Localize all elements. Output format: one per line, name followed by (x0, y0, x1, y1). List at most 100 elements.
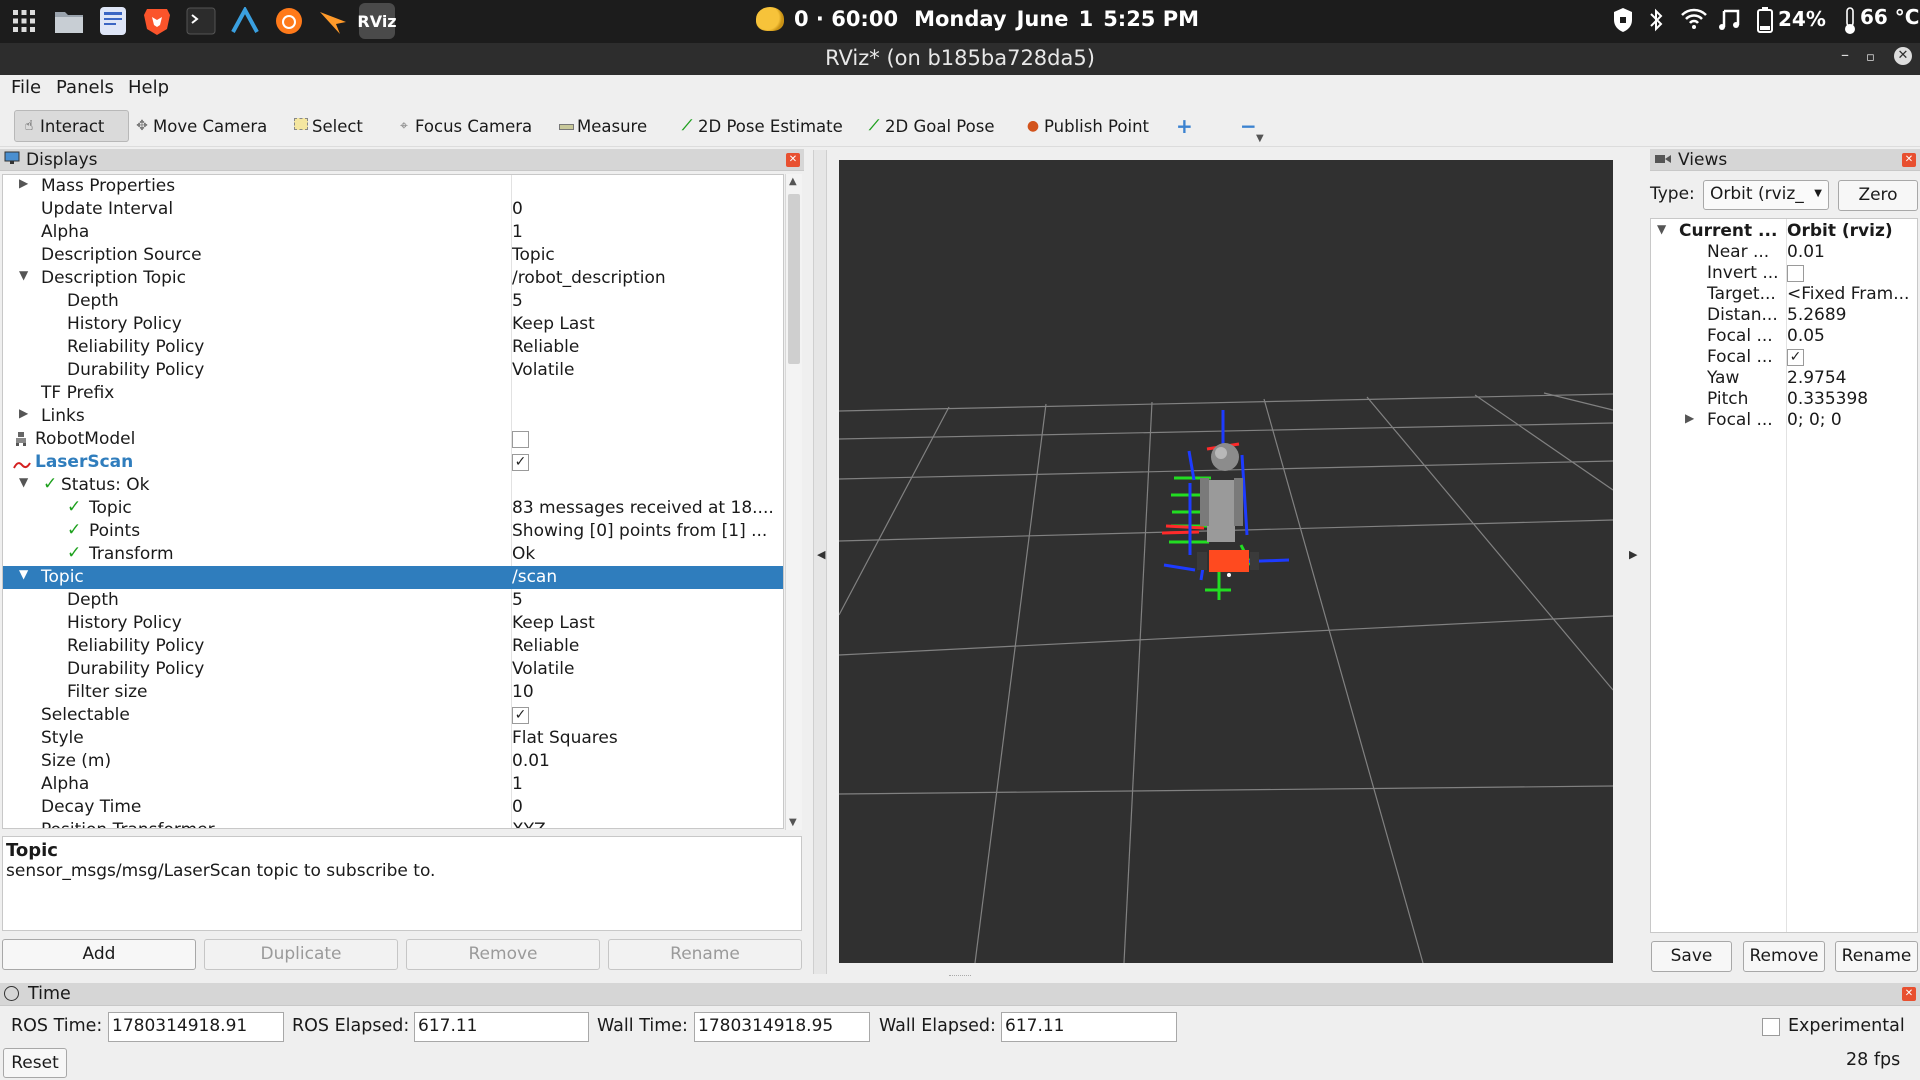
expand-arrow-right-icon[interactable]: ▶ (19, 406, 28, 420)
view-property-row[interactable]: Focal ... ✓ (1651, 347, 1917, 368)
zero-button[interactable]: Zero (1838, 180, 1918, 211)
property-value[interactable]: 5 (512, 291, 776, 311)
property-value[interactable]: /scan (512, 567, 776, 587)
tree-row[interactable]: ✓ Transform Ok (3, 543, 783, 566)
maximize-icon[interactable]: ▫ (1866, 50, 1875, 65)
tool-menu-chevron-icon[interactable]: ▼ (1256, 122, 1264, 154)
property-value[interactable]: /robot_description (512, 268, 776, 288)
ros-time-field[interactable]: 1780314918.91 (108, 1012, 284, 1042)
view-property-checkbox[interactable] (1787, 265, 1804, 282)
property-value[interactable]: Topic (512, 245, 776, 265)
tree-row[interactable]: LaserScan ✓ (3, 451, 783, 474)
tool-measure[interactable]: Measure (558, 110, 647, 142)
tree-row[interactable]: ▼ Description Topic/robot_description (3, 267, 783, 290)
property-value[interactable]: Volatile (512, 659, 776, 679)
tree-row[interactable]: Alpha 1 (3, 773, 783, 796)
tree-row[interactable]: ▶ Links (3, 405, 783, 428)
view-property-value[interactable]: <Fixed Fram... (1787, 284, 1917, 304)
close-panel-icon[interactable]: ✕ (786, 153, 800, 167)
text-editor-icon[interactable] (95, 3, 131, 39)
property-value[interactable]: 0.01 (512, 751, 776, 771)
duplicate-display-button[interactable]: Duplicate (204, 939, 398, 970)
tree-row[interactable]: Selectable ✓ (3, 704, 783, 727)
files-icon[interactable] (51, 3, 87, 39)
clock[interactable]: 0 · 60:00 Monday June 1 5:25 PM (756, 7, 1199, 31)
scroll-up-icon[interactable]: ▲ (789, 176, 797, 187)
tree-row[interactable]: ✓ Topic 83 messages received at 18.... (3, 497, 783, 520)
property-value[interactable]: Flat Squares (512, 728, 776, 748)
tree-row[interactable]: Durability Policy Volatile (3, 658, 783, 681)
property-value[interactable]: 0 (512, 797, 776, 817)
tool-move-camera[interactable]: ✥ Move Camera (134, 110, 267, 142)
tree-row[interactable]: Depth 5 (3, 589, 783, 612)
tool-2d-pose-estimate[interactable]: ⟋ 2D Pose Estimate (679, 110, 843, 142)
tree-row[interactable]: Description Source Topic (3, 244, 783, 267)
bluetooth-icon[interactable] (1648, 7, 1664, 38)
sublime-like-icon[interactable] (315, 3, 351, 39)
tree-row[interactable]: Depth 5 (3, 290, 783, 313)
rviz-dock-icon[interactable]: RViz (357, 3, 397, 39)
remove-display-button[interactable]: Remove (406, 939, 600, 970)
expand-arrow-down-icon[interactable]: ▼ (19, 475, 28, 489)
enable-checkbox[interactable]: ✓ (512, 707, 529, 724)
add-tool-icon[interactable]: + (1176, 110, 1193, 142)
view-property-value[interactable]: Orbit (rviz) (1787, 221, 1917, 241)
property-value[interactable]: 5 (512, 590, 776, 610)
view-type-select[interactable]: Orbit (rviz_ ▼ (1703, 180, 1829, 210)
tree-row[interactable]: History Policy Keep Last (3, 612, 783, 635)
view-property-value[interactable]: 5.2689 (1787, 305, 1917, 325)
left-splitter[interactable]: ◀ (813, 150, 827, 974)
expand-arrow-down-icon[interactable]: ▼ (1657, 222, 1666, 236)
tree-row[interactable]: Update Interval 0 (3, 198, 783, 221)
displays-vertical-scrollbar[interactable]: ▲ ▼ (785, 174, 802, 830)
tree-row[interactable]: History Policy Keep Last (3, 313, 783, 336)
add-display-button[interactable]: Add (2, 939, 196, 970)
render-3d-view[interactable] (838, 160, 1614, 964)
view-property-row[interactable]: Near ... 0.01 (1651, 242, 1917, 263)
expand-arrow-down-icon[interactable]: ▼ (19, 268, 28, 282)
expand-arrow-right-icon[interactable]: ▶ (19, 176, 28, 190)
tree-row[interactable]: Style Flat Squares (3, 727, 783, 750)
view-property-row[interactable]: Yaw 2.9754 (1651, 368, 1917, 389)
views-tree[interactable]: ▼ Current ... Orbit (rviz) Near ... 0.01 Inve… (1650, 218, 1918, 933)
app-grid-icon[interactable] (6, 3, 42, 39)
property-value[interactable]: 10 (512, 682, 776, 702)
close-panel-icon[interactable]: ✕ (1902, 153, 1916, 167)
collapse-left-icon[interactable]: ◀ (817, 548, 825, 561)
tree-row[interactable]: ▶ Mass Properties (3, 175, 783, 198)
property-value[interactable]: Reliable (512, 337, 776, 357)
tree-row[interactable]: ▼ ✓ Status: Ok (3, 474, 783, 497)
expand-arrow-down-icon[interactable]: ▼ (19, 567, 28, 581)
property-value[interactable]: XYZ (512, 820, 776, 828)
displays-tree[interactable]: ▶ Mass Properties Update Interval 0 Alpha 1 De… (2, 174, 784, 829)
battery-icon[interactable] (1757, 7, 1773, 38)
view-property-row[interactable]: Distan... 5.2689 (1651, 305, 1917, 326)
property-value[interactable]: Showing [0] points from [1] ... (512, 521, 776, 541)
tree-row[interactable]: Durability Policy Volatile (3, 359, 783, 382)
tool-focus-camera[interactable]: ⌖ Focus Camera (396, 110, 532, 142)
enable-checkbox[interactable] (512, 431, 529, 448)
close-window-icon[interactable]: ✕ (1894, 47, 1912, 65)
view-property-value[interactable]: 0.05 (1787, 326, 1917, 346)
menu-help[interactable]: Help (128, 77, 169, 98)
property-value[interactable]: 1 (512, 222, 776, 242)
close-panel-icon[interactable]: ✕ (1902, 987, 1916, 1001)
tree-row[interactable]: Reliability Policy Reliable (3, 336, 783, 359)
scroll-down-icon[interactable]: ▼ (789, 817, 797, 828)
vpn-shield-icon[interactable] (1612, 7, 1634, 38)
remove-tool-icon[interactable]: − (1240, 110, 1257, 142)
property-value[interactable]: Ok (512, 544, 776, 564)
property-value[interactable]: 1 (512, 774, 776, 794)
terminal-icon[interactable] (183, 3, 219, 39)
view-property-value[interactable]: 0; 0; 0 (1787, 410, 1917, 430)
tree-row[interactable]: TF Prefix (3, 382, 783, 405)
tool-select[interactable]: Select (293, 110, 363, 142)
arduino-ide-icon[interactable] (227, 3, 263, 39)
menu-panels[interactable]: Panels (56, 77, 114, 98)
bottom-splitter-grip[interactable] (949, 975, 971, 978)
window-titlebar[interactable]: RViz* (on b185ba728da5) – ▫ ✕ (0, 43, 1920, 75)
tree-row[interactable]: Decay Time 0 (3, 796, 783, 819)
tree-row[interactable]: Reliability Policy Reliable (3, 635, 783, 658)
tool-interact[interactable]: ☝ Interact (14, 110, 129, 142)
remove-view-button[interactable]: Remove (1743, 941, 1825, 972)
